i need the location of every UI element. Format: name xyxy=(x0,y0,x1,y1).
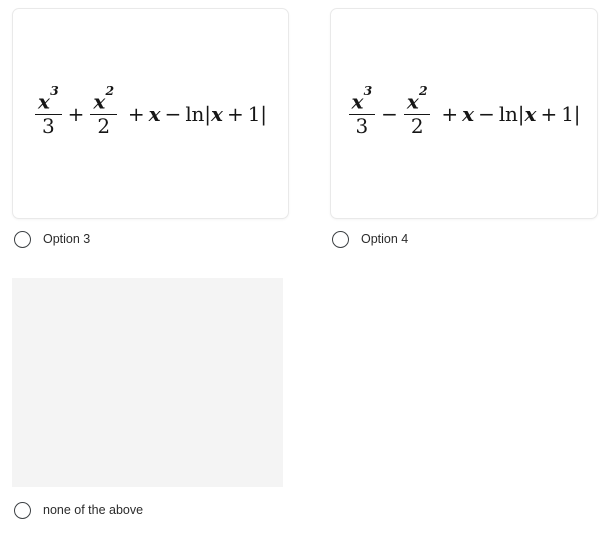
fraction-x-cubed-over-3: x3 3 xyxy=(35,84,62,139)
radio-button-option-3[interactable] xyxy=(14,230,31,248)
choice-label-option-4: Option 4 xyxy=(361,232,409,246)
fraction-x-squared-over-2: x2 2 xyxy=(90,84,117,139)
fraction-denominator: 2 xyxy=(410,114,424,139)
choice-row-option-4[interactable]: Option 4 xyxy=(332,229,408,249)
answer-options-grid: x3 3 + x2 2 + x − ln | x +1 | Option 3 x… xyxy=(0,0,610,533)
radio-button-option-4[interactable] xyxy=(332,230,349,248)
formula-tail: + x − ln | x +1 | xyxy=(437,104,580,124)
choice-row-none-of-the-above[interactable]: none of the above xyxy=(14,500,143,520)
exponent-3: 3 xyxy=(50,82,59,98)
fraction-denominator: 2 xyxy=(97,114,110,139)
variable-x: x xyxy=(524,101,537,126)
variable-x: x xyxy=(406,89,419,114)
choice-label-option-3: Option 3 xyxy=(43,232,91,246)
absolute-value-bar-close: | xyxy=(260,101,267,126)
formula-card-option-3[interactable]: x3 3 + x2 2 + x − ln | x +1 | xyxy=(12,8,289,219)
fraction-numerator: x3 xyxy=(35,84,62,114)
absolute-value-bar-open: | xyxy=(517,101,525,126)
variable-x: x xyxy=(148,101,161,126)
fraction-numerator: x2 xyxy=(404,84,431,114)
formula-card-option-4[interactable]: x3 3 − x2 2 + x − ln | x +1 | xyxy=(330,8,598,219)
operator-minus: − xyxy=(164,101,182,126)
fraction-numerator: x3 xyxy=(349,84,376,114)
choice-row-option-3[interactable]: Option 3 xyxy=(14,229,90,249)
variable-x: x xyxy=(462,101,475,126)
exponent-2: 2 xyxy=(419,82,428,98)
constant-one: 1 xyxy=(247,101,261,126)
operator-minus: − xyxy=(478,101,495,126)
formula-tail: + x − ln | x +1 | xyxy=(124,104,267,124)
absolute-value-bar-close: | xyxy=(573,101,581,126)
formula-option-3: x3 3 + x2 2 + x − ln | x +1 | xyxy=(34,84,267,139)
exponent-3: 3 xyxy=(363,82,373,98)
natural-log-label: ln xyxy=(185,101,205,126)
formula-option-4: x3 3 − x2 2 + x − ln | x +1 | xyxy=(348,84,580,139)
radio-button-none-of-the-above[interactable] xyxy=(14,501,31,519)
variable-x: x xyxy=(351,89,364,114)
operator-plus: + xyxy=(540,101,558,126)
variable-x: x xyxy=(38,89,50,114)
operator-plus: + xyxy=(127,101,145,126)
fraction-x-squared-over-2: x2 2 xyxy=(403,84,431,139)
operator-plus: + xyxy=(441,101,459,126)
variable-x: x xyxy=(93,89,106,114)
option-block-option-3: x3 3 + x2 2 + x − ln | x +1 | xyxy=(12,8,289,219)
natural-log-label: ln xyxy=(498,101,518,126)
constant-one: 1 xyxy=(561,101,574,126)
operator-plus: + xyxy=(226,101,244,126)
fraction-numerator: x2 xyxy=(90,84,117,114)
option-block-option-4: x3 3 − x2 2 + x − ln | x +1 | xyxy=(330,8,598,219)
fraction-denominator: 3 xyxy=(42,114,55,139)
choice-label-none-of-the-above: none of the above xyxy=(43,503,144,517)
operator-between-fractions: − xyxy=(381,101,398,126)
blank-placeholder-card[interactable] xyxy=(12,278,283,487)
option-block-none-of-the-above xyxy=(12,278,283,487)
fraction-x-cubed-over-3: x3 3 xyxy=(348,84,376,139)
operator-between-fractions: + xyxy=(67,101,85,126)
fraction-denominator: 3 xyxy=(355,114,369,139)
absolute-value-bar-open: | xyxy=(204,101,211,126)
variable-x: x xyxy=(211,101,223,126)
exponent-2: 2 xyxy=(105,82,115,98)
